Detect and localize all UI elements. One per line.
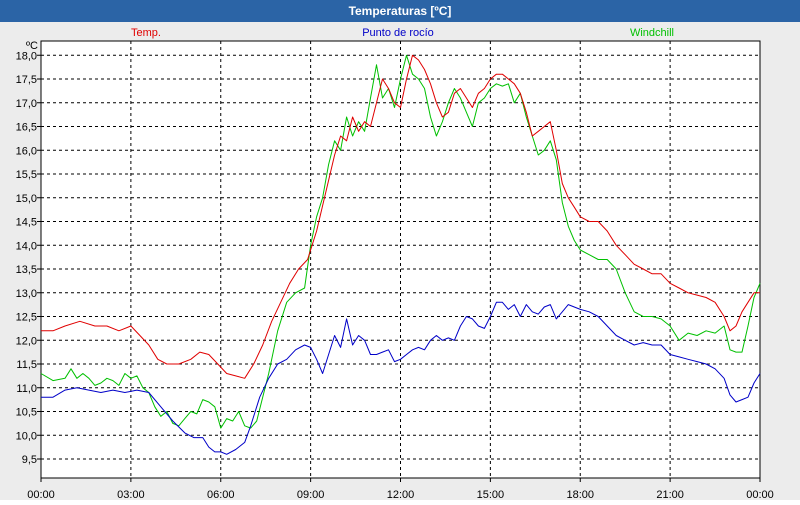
x-tick-time-label: 06:00: [207, 489, 235, 500]
y-tick-label: 11,5: [16, 359, 37, 371]
chart-title: Temperaturas [ºC]: [0, 0, 800, 22]
y-tick-label: 11,0: [16, 383, 37, 395]
y-tick-label: 13,0: [16, 288, 37, 300]
y-tick-label: 12,0: [16, 335, 37, 347]
x-tick-time-label: 00:00: [27, 489, 55, 500]
legend-entry: Windchill: [630, 27, 674, 39]
y-tick-label: 10,0: [16, 430, 37, 442]
x-tick-time-label: 12:00: [387, 489, 415, 500]
x-tick-time-label: 03:00: [117, 489, 145, 500]
y-tick-label: 18,0: [16, 50, 37, 62]
x-tick-labels: 00:0014/05/2503:0014/05/2506:0014/05/250…: [27, 489, 774, 501]
x-tick-time-label: 09:00: [297, 489, 325, 500]
y-tick-label: 17,5: [16, 74, 37, 86]
y-axis-unit-label: ºC: [26, 40, 38, 52]
y-tick-label: 16,0: [16, 145, 37, 157]
x-tick-time-label: 15:00: [477, 489, 505, 500]
y-tick-label: 16,5: [16, 122, 37, 134]
y-tick-label: 17,0: [16, 98, 37, 110]
y-tick-label: 12,5: [16, 312, 37, 324]
chart-area: 9,5 10,0 10,5 11,0 11,5 12,0 12,5 13,0 13,5 14,0 1…: [0, 22, 800, 501]
y-tick-label: 9,5: [22, 454, 37, 466]
x-tick-time-label: 21:00: [656, 489, 684, 500]
x-tick-time-label: 00:00: [746, 489, 774, 500]
y-tick-label: 14,0: [16, 240, 37, 252]
legend-entry: Punto de rocío: [362, 27, 434, 39]
y-tick-label: 13,5: [16, 264, 37, 276]
legend: Temp. Punto de rocío Windchill: [131, 27, 674, 39]
y-tick-labels: 9,5 10,0 10,5 11,0 11,5 12,0 12,5 13,0 13,5 14,0 1…: [16, 50, 37, 466]
x-tick-time-label: 18:00: [566, 489, 594, 500]
y-tick-label: 15,0: [16, 193, 37, 205]
legend-entry: Temp.: [131, 27, 161, 39]
y-tick-label: 15,5: [16, 169, 37, 181]
y-tick-label: 10,5: [16, 407, 37, 419]
temperature-chart: 9,5 10,0 10,5 11,0 11,5 12,0 12,5 13,0 13,5 14,0 1…: [16, 27, 774, 501]
y-tick-label: 14,5: [16, 217, 37, 229]
